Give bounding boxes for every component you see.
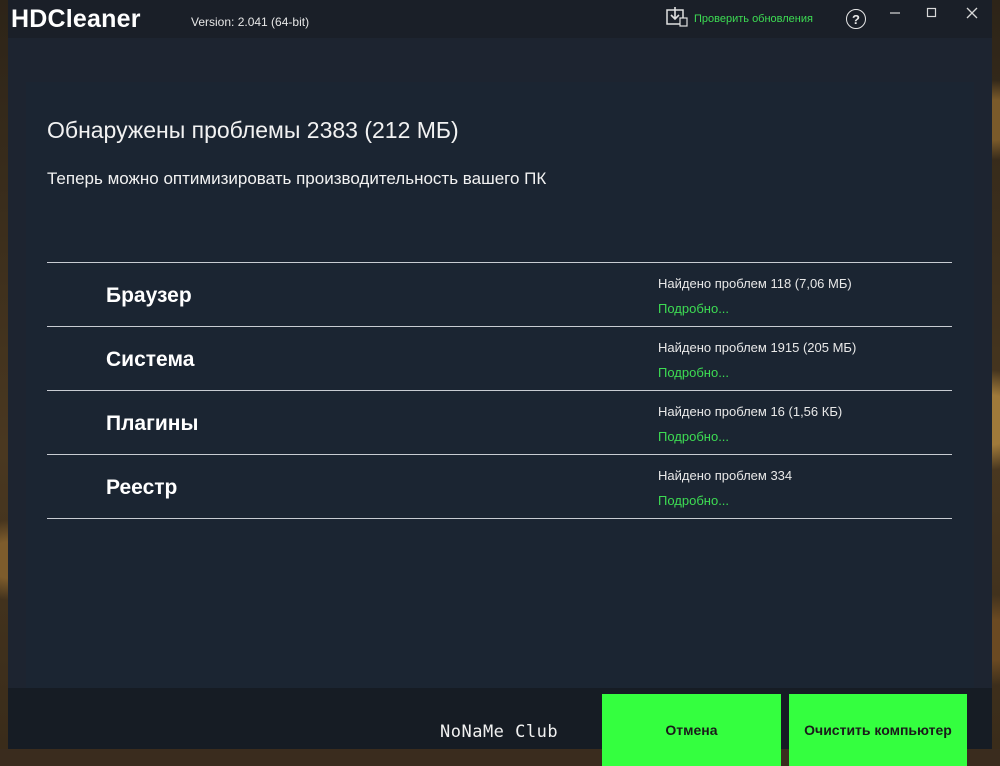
close-button[interactable] xyxy=(958,5,986,25)
maximize-button[interactable] xyxy=(918,5,946,25)
help-button[interactable]: ? xyxy=(846,9,866,29)
details-link[interactable]: Подробно... xyxy=(658,365,729,380)
minimize-button[interactable] xyxy=(881,5,909,25)
result-count: Найдено проблем 334 xyxy=(658,468,793,483)
cancel-button[interactable]: Отмена xyxy=(602,694,781,766)
result-row-browser: Браузер Найдено проблем 118 (7,06 МБ) По… xyxy=(47,263,952,327)
results-list: Браузер Найдено проблем 118 (7,06 МБ) По… xyxy=(47,262,952,519)
details-link[interactable]: Подробно... xyxy=(658,493,729,508)
result-count: Найдено проблем 16 (1,56 КБ) xyxy=(658,404,843,419)
results-panel: Обнаружены проблемы 2383 (212 МБ) Теперь… xyxy=(26,82,974,688)
page-subtitle: Теперь можно оптимизировать производител… xyxy=(47,169,547,188)
title-bar[interactable]: HDCleaner Version: 2.041 (64-bit) Провер… xyxy=(8,0,992,38)
minimize-icon xyxy=(889,6,901,24)
result-count: Найдено проблем 1915 (205 МБ) xyxy=(658,340,857,355)
result-row-registry: Реестр Найдено проблем 334 Подробно... xyxy=(47,455,952,519)
version-label: Version: 2.041 (64-bit) xyxy=(191,15,310,29)
clean-computer-button[interactable]: Очистить компьютер xyxy=(789,694,967,766)
app-window: HDCleaner Version: 2.041 (64-bit) Провер… xyxy=(8,0,992,749)
result-title: Плагины xyxy=(106,412,199,435)
details-link[interactable]: Подробно... xyxy=(658,429,729,444)
result-title: Система xyxy=(106,348,195,371)
close-icon xyxy=(966,6,978,24)
result-row-plugins: Плагины Найдено проблем 16 (1,56 КБ) Под… xyxy=(47,391,952,455)
page-title: Обнаружены проблемы 2383 (212 МБ) xyxy=(47,117,459,143)
check-updates-label: Проверить обновления xyxy=(694,13,813,25)
result-title: Реестр xyxy=(106,476,178,499)
result-row-system: Система Найдено проблем 1915 (205 МБ) По… xyxy=(47,327,952,391)
app-logo-title: HDCleaner xyxy=(11,5,141,33)
result-count: Найдено проблем 118 (7,06 МБ) xyxy=(658,276,852,291)
details-link[interactable]: Подробно... xyxy=(658,301,729,316)
download-update-icon xyxy=(666,6,688,32)
check-updates-link[interactable]: Проверить обновления xyxy=(666,6,813,32)
watermark-text: NoNaMe Club xyxy=(440,722,559,742)
result-title: Браузер xyxy=(106,284,192,307)
maximize-icon xyxy=(926,6,938,24)
